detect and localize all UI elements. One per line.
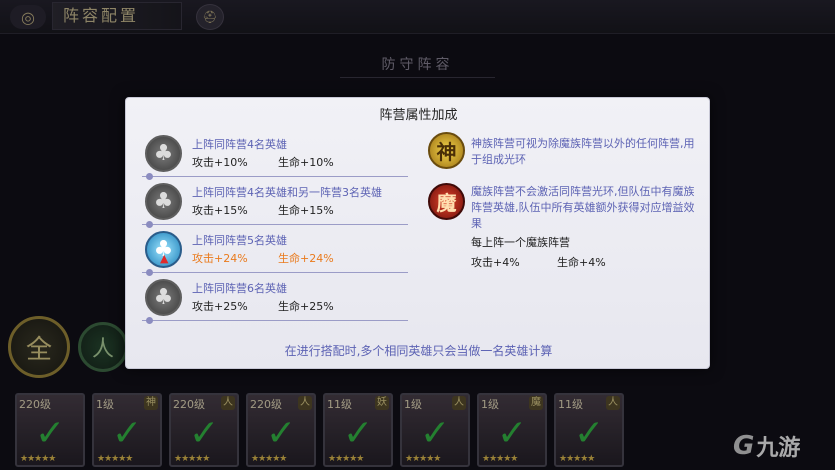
bonus-stats: 攻击+24% 生命+24% — [192, 250, 334, 266]
up-arrow-icon: ▲ — [160, 252, 169, 265]
bonus-condition: 上阵同阵营4名英雄和另一阵营3名英雄 — [192, 186, 382, 199]
active-clover-icon: ♣ ▲ — [145, 231, 182, 268]
bonus-list: ♣ 上阵同阵营4名英雄 攻击+10% 生命+10% ♣ 上阵同阵营4名英雄和另一阵… — [142, 130, 408, 324]
life-bonus: 生命+25% — [278, 300, 334, 313]
mo-description: 魔族阵营不会激活同阵营光环,但队伍中有魔族阵营英雄,队伍中所有英雄额外获得对应增… — [471, 185, 695, 230]
clover-icon: ♣ — [145, 183, 182, 220]
bonus-stats: 攻击+15% 生命+15% — [192, 202, 334, 218]
life-bonus: 生命+10% — [278, 156, 334, 169]
bonus-condition: 上阵同阵营4名英雄 — [192, 138, 287, 151]
mo-bonus-stats: 攻击+4% 生命+4% — [471, 254, 606, 270]
bonus-row-active: ♣ ▲ 上阵同阵营5名英雄 攻击+24% 生命+24% — [142, 226, 408, 276]
attack-bonus: 攻击+15% — [192, 204, 248, 217]
attack-bonus: 攻击+10% — [192, 156, 248, 169]
bonus-row: ♣ 上阵同阵营6名英雄 攻击+25% 生命+25% — [142, 274, 408, 324]
divider-dot — [146, 317, 153, 324]
clover-icon: ♣ — [145, 279, 182, 316]
attack-bonus: 攻击+25% — [192, 300, 248, 313]
attack-bonus: 攻击+24% — [192, 252, 248, 265]
bonus-condition: 上阵同阵营6名英雄 — [192, 282, 287, 295]
clover-icon: ♣ — [145, 135, 182, 172]
life-bonus: 生命+15% — [278, 204, 334, 217]
per-mo-label: 每上阵一个魔族阵营 — [471, 236, 570, 249]
bonus-condition: 上阵同阵营5名英雄 — [192, 234, 287, 247]
shen-emblem-icon: 神 — [428, 132, 465, 169]
mo-emblem-icon: 魔 — [428, 183, 465, 220]
panel-title: 阵营属性加成 — [379, 108, 458, 123]
attack-bonus: 攻击+4% — [471, 256, 520, 269]
life-bonus: 生命+24% — [278, 252, 334, 265]
panel-footer-note: 在进行搭配时,多个相同英雄只会当做一名英雄计算 — [284, 344, 553, 358]
bonus-row: ♣ 上阵同阵营4名英雄和另一阵营3名英雄 攻击+15% 生命+15% — [142, 178, 408, 228]
life-bonus: 生命+4% — [557, 256, 606, 269]
bonus-stats: 攻击+25% 生命+25% — [192, 298, 334, 314]
faction-bonus-panel: 阵营属性加成 ♣ 上阵同阵营4名英雄 攻击+10% 生命+10% ♣ 上阵同阵营4… — [125, 97, 710, 369]
bonus-row: ♣ 上阵同阵营4名英雄 攻击+10% 生命+10% — [142, 130, 408, 180]
shen-description: 神族阵营可视为除魔族阵营以外的任何阵营,用于组成光环 — [471, 137, 695, 166]
bonus-stats: 攻击+10% 生命+10% — [192, 154, 334, 170]
